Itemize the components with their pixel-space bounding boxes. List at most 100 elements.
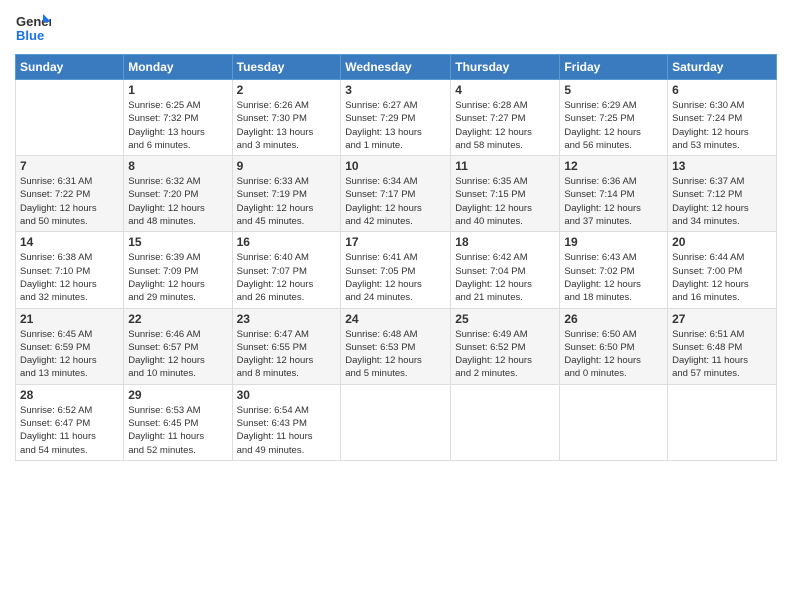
calendar-cell: 10Sunrise: 6:34 AM Sunset: 7:17 PM Dayli…: [341, 156, 451, 232]
calendar-cell: 18 Sunrise: 6:42 AM Sunset: 7:04 PM Dayli…: [451, 232, 560, 308]
day-number: 6: [672, 83, 772, 97]
day-info: Sunrise: 6:30 AM Sunset: 7:24 PM Dayligh…: [672, 99, 772, 152]
calendar-cell: 3 Sunrise: 6:27 AM Sunset: 7:29 PM Daylig…: [341, 80, 451, 156]
day-number: 30: [237, 388, 337, 402]
calendar-header-row: SundayMondayTuesdayWednesdayThursdayFrid…: [16, 55, 777, 80]
calendar-cell: 8 Sunrise: 6:32 AM Sunset: 7:20 PM Daylig…: [124, 156, 232, 232]
calendar-cell: 1Sunrise: 6:25 AM Sunset: 7:32 PM Daylig…: [124, 80, 232, 156]
calendar-cell: 11 Sunrise: 6:35 AM Sunset: 7:15 PM Dayli…: [451, 156, 560, 232]
calendar-cell: 27 Sunrise: 6:51 AM Sunset: 6:48 PM Dayli…: [668, 308, 777, 384]
column-header-thursday: Thursday: [451, 55, 560, 80]
calendar-cell: 28 Sunrise: 6:52 AM Sunset: 6:47 PM Dayli…: [16, 384, 124, 460]
day-number: 16: [237, 235, 337, 249]
day-info: Sunrise: 6:29 AM Sunset: 7:25 PM Dayligh…: [564, 99, 663, 152]
calendar-cell: 2Sunrise: 6:26 AM Sunset: 7:30 PM Daylig…: [232, 80, 341, 156]
day-info: Sunrise: 6:40 AM Sunset: 7:07 PM Dayligh…: [237, 251, 337, 304]
day-number: 5: [564, 83, 663, 97]
column-header-saturday: Saturday: [668, 55, 777, 80]
day-info: Sunrise: 6:51 AM Sunset: 6:48 PM Dayligh…: [672, 328, 772, 381]
calendar-week-4: 21 Sunrise: 6:45 AM Sunset: 6:59 PM Dayli…: [16, 308, 777, 384]
day-info: Sunrise: 6:46 AM Sunset: 6:57 PM Dayligh…: [128, 328, 227, 381]
calendar-cell: 20Sunrise: 6:44 AM Sunset: 7:00 PM Dayli…: [668, 232, 777, 308]
day-number: 10: [345, 159, 446, 173]
day-number: 21: [20, 312, 119, 326]
calendar-cell: 24 Sunrise: 6:48 AM Sunset: 6:53 PM Dayli…: [341, 308, 451, 384]
day-number: 14: [20, 235, 119, 249]
day-number: 27: [672, 312, 772, 326]
day-number: 4: [455, 83, 555, 97]
page: General Blue SundayMondayTuesdayWednesda…: [0, 0, 792, 612]
calendar-week-5: 28 Sunrise: 6:52 AM Sunset: 6:47 PM Dayli…: [16, 384, 777, 460]
calendar-cell: 7 Sunrise: 6:31 AM Sunset: 7:22 PM Daylig…: [16, 156, 124, 232]
day-number: 18: [455, 235, 555, 249]
calendar-cell: 9 Sunrise: 6:33 AM Sunset: 7:19 PM Daylig…: [232, 156, 341, 232]
day-number: 12: [564, 159, 663, 173]
calendar-cell: [560, 384, 668, 460]
day-number: 20: [672, 235, 772, 249]
day-number: 19: [564, 235, 663, 249]
calendar-week-3: 14 Sunrise: 6:38 AM Sunset: 7:10 PM Dayli…: [16, 232, 777, 308]
day-info: Sunrise: 6:31 AM Sunset: 7:22 PM Dayligh…: [20, 175, 119, 228]
calendar-cell: 29 Sunrise: 6:53 AM Sunset: 6:45 PM Dayli…: [124, 384, 232, 460]
day-info: Sunrise: 6:42 AM Sunset: 7:04 PM Dayligh…: [455, 251, 555, 304]
day-info: Sunrise: 6:41 AM Sunset: 7:05 PM Dayligh…: [345, 251, 446, 304]
calendar-cell: [341, 384, 451, 460]
day-number: 11: [455, 159, 555, 173]
calendar-cell: [668, 384, 777, 460]
day-number: 22: [128, 312, 227, 326]
day-info: Sunrise: 6:54 AM Sunset: 6:43 PM Dayligh…: [237, 404, 337, 457]
calendar-cell: 15 Sunrise: 6:39 AM Sunset: 7:09 PM Dayli…: [124, 232, 232, 308]
logo: General Blue: [15, 10, 51, 46]
day-info: Sunrise: 6:47 AM Sunset: 6:55 PM Dayligh…: [237, 328, 337, 381]
day-number: 9: [237, 159, 337, 173]
day-number: 8: [128, 159, 227, 173]
calendar-cell: 25 Sunrise: 6:49 AM Sunset: 6:52 PM Dayli…: [451, 308, 560, 384]
header: General Blue: [15, 10, 777, 46]
day-number: 28: [20, 388, 119, 402]
day-info: Sunrise: 6:49 AM Sunset: 6:52 PM Dayligh…: [455, 328, 555, 381]
calendar-cell: 12Sunrise: 6:36 AM Sunset: 7:14 PM Dayli…: [560, 156, 668, 232]
calendar-cell: 13Sunrise: 6:37 AM Sunset: 7:12 PM Dayli…: [668, 156, 777, 232]
day-info: Sunrise: 6:45 AM Sunset: 6:59 PM Dayligh…: [20, 328, 119, 381]
day-info: Sunrise: 6:32 AM Sunset: 7:20 PM Dayligh…: [128, 175, 227, 228]
calendar-cell: 22 Sunrise: 6:46 AM Sunset: 6:57 PM Dayli…: [124, 308, 232, 384]
day-number: 3: [345, 83, 446, 97]
day-number: 25: [455, 312, 555, 326]
day-info: Sunrise: 6:52 AM Sunset: 6:47 PM Dayligh…: [20, 404, 119, 457]
calendar-cell: 4 Sunrise: 6:28 AM Sunset: 7:27 PM Daylig…: [451, 80, 560, 156]
day-number: 23: [237, 312, 337, 326]
day-info: Sunrise: 6:26 AM Sunset: 7:30 PM Dayligh…: [237, 99, 337, 152]
column-header-tuesday: Tuesday: [232, 55, 341, 80]
column-header-friday: Friday: [560, 55, 668, 80]
day-info: Sunrise: 6:50 AM Sunset: 6:50 PM Dayligh…: [564, 328, 663, 381]
calendar-cell: 16 Sunrise: 6:40 AM Sunset: 7:07 PM Dayli…: [232, 232, 341, 308]
logo-svg: General Blue: [15, 10, 51, 46]
day-number: 13: [672, 159, 772, 173]
svg-text:Blue: Blue: [16, 28, 44, 43]
day-info: Sunrise: 6:33 AM Sunset: 7:19 PM Dayligh…: [237, 175, 337, 228]
day-info: Sunrise: 6:35 AM Sunset: 7:15 PM Dayligh…: [455, 175, 555, 228]
day-number: 7: [20, 159, 119, 173]
day-info: Sunrise: 6:28 AM Sunset: 7:27 PM Dayligh…: [455, 99, 555, 152]
column-header-sunday: Sunday: [16, 55, 124, 80]
day-info: Sunrise: 6:38 AM Sunset: 7:10 PM Dayligh…: [20, 251, 119, 304]
day-number: 1: [128, 83, 227, 97]
calendar-cell: 6 Sunrise: 6:30 AM Sunset: 7:24 PM Daylig…: [668, 80, 777, 156]
day-info: Sunrise: 6:43 AM Sunset: 7:02 PM Dayligh…: [564, 251, 663, 304]
column-header-monday: Monday: [124, 55, 232, 80]
calendar-cell: 23 Sunrise: 6:47 AM Sunset: 6:55 PM Dayli…: [232, 308, 341, 384]
calendar-cell: 19 Sunrise: 6:43 AM Sunset: 7:02 PM Dayli…: [560, 232, 668, 308]
day-number: 26: [564, 312, 663, 326]
calendar-cell: 21 Sunrise: 6:45 AM Sunset: 6:59 PM Dayli…: [16, 308, 124, 384]
calendar-cell: 14 Sunrise: 6:38 AM Sunset: 7:10 PM Dayli…: [16, 232, 124, 308]
day-info: Sunrise: 6:53 AM Sunset: 6:45 PM Dayligh…: [128, 404, 227, 457]
day-info: Sunrise: 6:27 AM Sunset: 7:29 PM Dayligh…: [345, 99, 446, 152]
day-number: 15: [128, 235, 227, 249]
day-number: 29: [128, 388, 227, 402]
column-header-wednesday: Wednesday: [341, 55, 451, 80]
day-info: Sunrise: 6:48 AM Sunset: 6:53 PM Dayligh…: [345, 328, 446, 381]
calendar-cell: [451, 384, 560, 460]
day-info: Sunrise: 6:39 AM Sunset: 7:09 PM Dayligh…: [128, 251, 227, 304]
day-number: 24: [345, 312, 446, 326]
calendar-cell: 5 Sunrise: 6:29 AM Sunset: 7:25 PM Daylig…: [560, 80, 668, 156]
